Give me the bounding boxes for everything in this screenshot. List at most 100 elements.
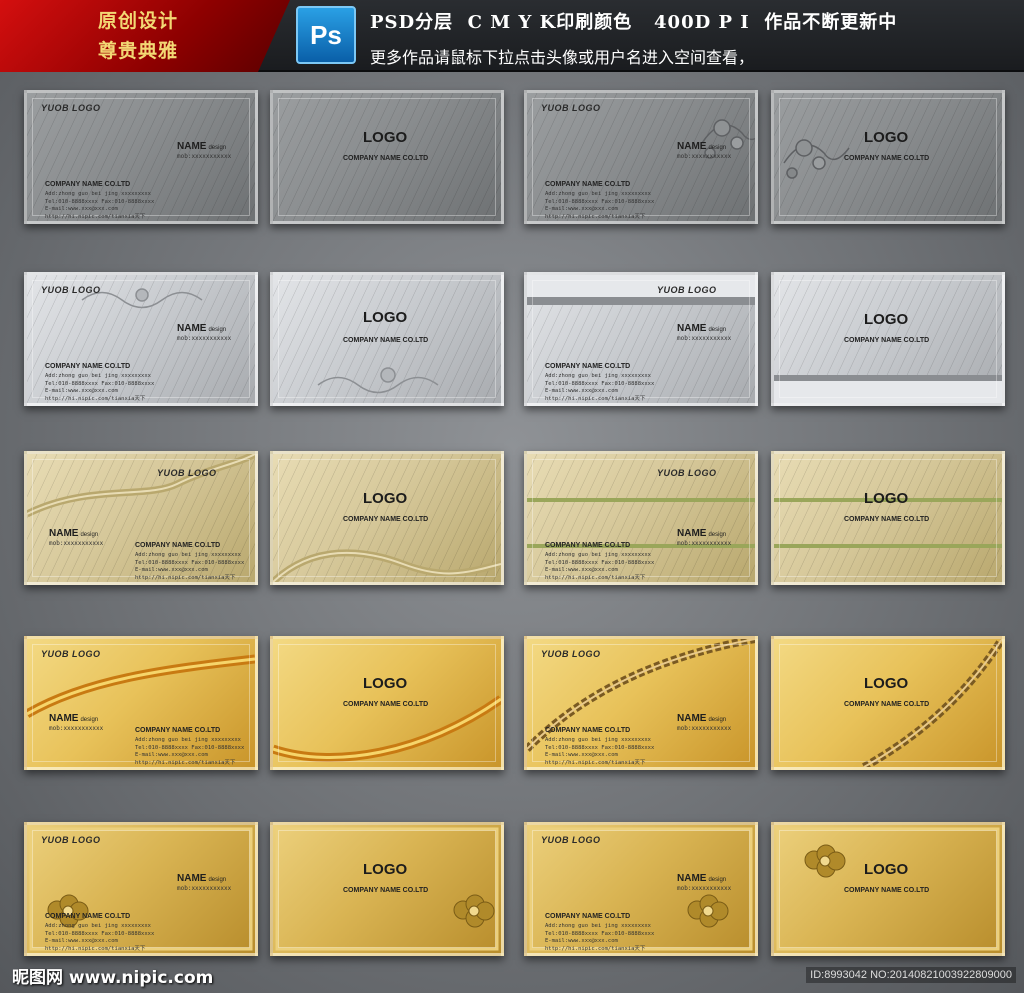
card-name-text: NAME [177,141,207,152]
card-company-center: COMPANY NAME CO.LTD [844,516,930,523]
card-name-text: NAME [677,323,707,334]
card-company: COMPANY NAME CO.LTD [545,542,631,549]
card-name-suffix: design [80,532,99,538]
business-card: LOGO COMPANY NAME CO.LTD [771,272,1005,406]
corner-logo: YUOB LOGO [541,103,601,113]
business-card: LOGO COMPANY NAME CO.LTD [270,822,504,956]
card-name-suffix: design [708,877,727,883]
business-card: LOGO COMPANY NAME CO.LTD [270,636,504,770]
corner-logo: YUOB LOGO [41,649,101,659]
business-card: LOGO COMPANY NAME CO.LTD [771,451,1005,585]
card-name: NAME design [677,713,726,724]
business-card-grid: YUOB LOGO NAME design mob:xxxxxxxxxxx COMPAN… [0,0,1024,993]
card-name: NAME design [677,528,726,539]
card-mob: mob:xxxxxxxxxxx [177,335,232,342]
card-name-suffix: design [80,717,99,723]
card-company: COMPANY NAME CO.LTD [135,542,221,549]
card-company: COMPANY NAME CO.LTD [45,181,131,188]
card-mob: mob:xxxxxxxxxxx [177,885,232,892]
card-mob: mob:xxxxxxxxxxx [677,540,732,547]
card-name-text: NAME [677,713,707,724]
card-name-suffix: design [708,532,727,538]
card-name-text: NAME [49,713,79,724]
card-name-suffix: design [208,327,227,333]
corner-logo: YUOB LOGO [41,835,101,845]
card-mob: mob:xxxxxxxxxxx [49,725,104,732]
business-card: LOGO COMPANY NAME CO.LTD [270,272,504,406]
watermark-logo: 昵图网 www.nipic.com [12,968,214,988]
card-company: COMPANY NAME CO.LTD [545,727,631,734]
business-card: YUOB LOGO NAME design mob:xxxxxxxxxxx COMPAN… [24,272,258,406]
card-logo: LOGO [864,861,909,878]
card-name: NAME design [177,323,226,334]
card-contact-info: Add:zhong guo bei jing xxxxxxxxx Tel:010… [45,373,155,402]
card-contact-info: Add:zhong guo bei jing xxxxxxxxx Tel:010… [545,552,655,581]
card-contact-info: Add:zhong guo bei jing xxxxxxxxx Tel:010… [545,737,655,766]
card-company-center: COMPANY NAME CO.LTD [844,155,930,162]
corner-logo: YUOB LOGO [41,103,101,113]
card-company: COMPANY NAME CO.LTD [135,727,221,734]
card-logo: LOGO [864,311,909,328]
card-name-text: NAME [677,528,707,539]
card-name: NAME design [177,141,226,152]
card-logo: LOGO [864,129,909,146]
card-logo: LOGO [363,309,408,326]
card-name: NAME design [49,713,98,724]
card-name-suffix: design [708,717,727,723]
card-name-text: NAME [49,528,79,539]
card-company: COMPANY NAME CO.LTD [45,913,131,920]
business-card: LOGO COMPANY NAME CO.LTD [771,90,1005,224]
corner-logo: YUOB LOGO [157,468,217,478]
card-company-center: COMPANY NAME CO.LTD [844,701,930,708]
business-card: YUOB LOGO NAME design mob:xxxxxxxxxxx COMPAN… [524,822,758,956]
business-card: YUOB LOGO NAME design mob:xxxxxxxxxxx COMPAN… [24,451,258,585]
card-company-center: COMPANY NAME CO.LTD [343,887,429,894]
image-id: ID:8993042 NO:20140821003922809000 [806,967,1016,983]
card-logo: LOGO [363,861,408,878]
business-card: YUOB LOGO NAME design mob:xxxxxxxxxxx COMPAN… [24,636,258,770]
business-card: LOGO COMPANY NAME CO.LTD [270,90,504,224]
business-card: LOGO COMPANY NAME CO.LTD [771,822,1005,956]
card-name: NAME design [677,873,726,884]
business-card: LOGO COMPANY NAME CO.LTD [771,636,1005,770]
card-logo: LOGO [864,490,909,507]
card-logo: LOGO [363,490,408,507]
business-card: YUOB LOGO NAME design mob:xxxxxxxxxxx COMPAN… [524,272,758,406]
card-contact-info: Add:zhong guo bei jing xxxxxxxxx Tel:010… [135,737,245,766]
card-name-suffix: design [208,145,227,151]
corner-logo: YUOB LOGO [657,468,717,478]
business-card: YUOB LOGO NAME design mob:xxxxxxxxxxx COMPAN… [524,90,758,224]
card-name-text: NAME [677,141,707,152]
card-company-center: COMPANY NAME CO.LTD [343,155,429,162]
business-card: LOGO COMPANY NAME CO.LTD [270,451,504,585]
business-card: YUOB LOGO NAME design mob:xxxxxxxxxxx COMPAN… [524,451,758,585]
card-logo: LOGO [864,675,909,692]
card-mob: mob:xxxxxxxxxxx [677,885,732,892]
card-mob: mob:xxxxxxxxxxx [177,153,232,160]
card-name-text: NAME [177,323,207,334]
card-contact-info: Add:zhong guo bei jing xxxxxxxxx Tel:010… [45,923,155,952]
card-company-center: COMPANY NAME CO.LTD [343,516,429,523]
card-name-suffix: design [208,877,227,883]
card-company: COMPANY NAME CO.LTD [545,913,631,920]
business-card: YUOB LOGO NAME design mob:xxxxxxxxxxx COMPAN… [524,636,758,770]
card-mob: mob:xxxxxxxxxxx [49,540,104,547]
corner-logo: YUOB LOGO [41,285,101,295]
card-name: NAME design [677,141,726,152]
card-contact-info: Add:zhong guo bei jing xxxxxxxxx Tel:010… [545,923,655,952]
card-mob: mob:xxxxxxxxxxx [677,153,732,160]
card-company: COMPANY NAME CO.LTD [545,363,631,370]
card-name: NAME design [177,873,226,884]
card-mob: mob:xxxxxxxxxxx [677,725,732,732]
card-contact-info: Add:zhong guo bei jing xxxxxxxxx Tel:010… [545,191,655,220]
corner-logo: YUOB LOGO [657,285,717,295]
card-name: NAME design [49,528,98,539]
card-name-text: NAME [677,873,707,884]
business-card: YUOB LOGO NAME design mob:xxxxxxxxxxx COMPAN… [24,822,258,956]
card-contact-info: Add:zhong guo bei jing xxxxxxxxx Tel:010… [135,552,245,581]
card-name-text: NAME [177,873,207,884]
card-mob: mob:xxxxxxxxxxx [677,335,732,342]
card-name-suffix: design [708,145,727,151]
card-name-suffix: design [708,327,727,333]
card-company-center: COMPANY NAME CO.LTD [844,887,930,894]
